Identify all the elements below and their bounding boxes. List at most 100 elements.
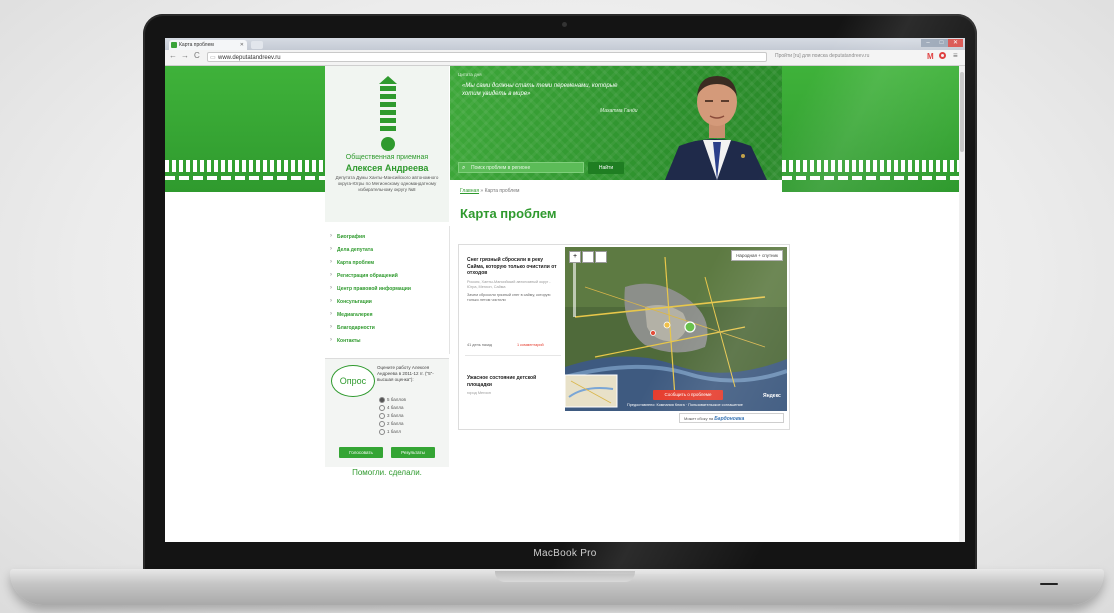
poll-option[interactable]: 2 балла bbox=[379, 421, 403, 427]
report-problem-button[interactable]: Сообщить о проблеме bbox=[653, 390, 723, 400]
page-icon: ▭ bbox=[210, 55, 216, 61]
org-line-2: Алексея Андреева bbox=[345, 163, 429, 173]
menu-item[interactable]: Благодарности bbox=[330, 324, 375, 331]
menu-icon[interactable]: ≡ bbox=[953, 51, 958, 60]
poll-widget: Опрос Оцените работу Алексея Андреева в … bbox=[325, 358, 449, 467]
opera-icon[interactable] bbox=[939, 52, 946, 59]
powered-badge[interactable]: Может сбоку на Бардоновка bbox=[679, 413, 784, 423]
extension-text: Пройти [ru] для поиска deputatandreev.ru bbox=[775, 53, 870, 59]
quote-author: Махатма Ганди bbox=[600, 108, 638, 114]
back-icon[interactable]: ← bbox=[169, 51, 177, 60]
minimize-icon[interactable]: – bbox=[921, 39, 935, 47]
search-input[interactable]: ⌕ Поиск проблем в регионе bbox=[458, 162, 584, 173]
gmail-icon[interactable]: M bbox=[927, 52, 934, 61]
breadcrumb-separator: » bbox=[480, 188, 484, 194]
issue-location: город Мегион bbox=[467, 391, 491, 395]
issue-comments-link[interactable]: 1 комментарий bbox=[517, 343, 544, 347]
radio-icon[interactable] bbox=[379, 405, 385, 411]
web-page: Общественная приемная Алексея Андреева Д… bbox=[165, 66, 965, 542]
search-button[interactable]: Найти bbox=[588, 162, 624, 174]
ornament-left-strip bbox=[165, 176, 325, 180]
device-brand-label: MacBook Pro bbox=[533, 548, 597, 559]
issue-location: Россия, Ханты-Мансийский автономный окру… bbox=[467, 279, 551, 289]
new-tab-button[interactable] bbox=[251, 41, 263, 49]
map-imagery bbox=[565, 247, 787, 411]
issue-time: 41 день назад bbox=[467, 343, 492, 347]
menu-item[interactable]: Дела депутата bbox=[330, 246, 373, 253]
radio-icon[interactable] bbox=[379, 429, 385, 435]
laptop-notch bbox=[495, 571, 635, 582]
menu-item[interactable]: Контакты bbox=[330, 337, 360, 344]
poll-question: Оцените работу Алексея Андреева в 2011-1… bbox=[377, 365, 434, 382]
map-type-select[interactable]: Народная + спутник bbox=[731, 250, 783, 261]
menu-item[interactable]: Медиагалерея bbox=[330, 311, 373, 318]
poll-option[interactable]: 4 балла bbox=[379, 405, 403, 411]
breadcrumb-home-link[interactable]: Главная bbox=[460, 188, 479, 194]
deputy-photo bbox=[665, 76, 767, 180]
problem-map-card: Снег грязный сбросили в реку Сайма, кото… bbox=[458, 244, 790, 430]
site-logo-block[interactable]: Общественная приемная Алексея Андреева Д… bbox=[325, 66, 449, 222]
tab-title: Карта проблем bbox=[179, 42, 214, 48]
breadcrumb-current: Карта проблем bbox=[484, 188, 520, 194]
forward-icon[interactable]: → bbox=[181, 51, 189, 60]
quote-label: Цитата дня bbox=[458, 72, 482, 77]
org-line-3: Депутата Думы Ханты-Мансийского автономн… bbox=[335, 175, 439, 192]
maximize-icon[interactable]: □ bbox=[935, 39, 948, 47]
radio-checked-icon[interactable] bbox=[379, 397, 385, 403]
header-left-green bbox=[165, 66, 325, 192]
scrollbar-thumb[interactable] bbox=[960, 72, 964, 152]
sidebar-menu: Биография Дела депутата Карта проблем Ре… bbox=[325, 226, 450, 354]
powered-brand: Бардоновка bbox=[714, 416, 745, 422]
vote-button[interactable]: Голосовать bbox=[339, 447, 383, 458]
radio-icon[interactable] bbox=[379, 421, 385, 427]
yandex-logo: Яндекс bbox=[763, 393, 781, 399]
ruler-icon[interactable] bbox=[582, 251, 594, 263]
screen: Карта проблем ✕ – □ ✕ ← → C ▭ www.deputa… bbox=[165, 38, 965, 542]
issue-title[interactable]: Ужасное состояние детской площадки bbox=[467, 375, 559, 388]
helped-heading: Помогли. сделали. bbox=[352, 468, 422, 477]
search-placeholder: Поиск проблем в регионе bbox=[471, 165, 531, 171]
favicon-icon bbox=[171, 42, 177, 48]
menu-item[interactable]: Центр правовой информации bbox=[330, 285, 411, 292]
map-footer[interactable]: Предоставлено: Компания Книга · Пользова… bbox=[627, 403, 743, 407]
browser-tabbar: Карта проблем ✕ – □ ✕ bbox=[165, 38, 965, 50]
address-text: www.deputatandreev.ru bbox=[218, 55, 281, 61]
header-right-green bbox=[782, 66, 965, 192]
satellite-map[interactable]: + Народная + спутник Сообщить о проблеме… bbox=[565, 247, 787, 411]
menu-item[interactable]: Консультации bbox=[330, 298, 372, 305]
ornament-right-strip bbox=[782, 176, 965, 180]
issue-description: Зачем сбросили грязный снег в сайму, кот… bbox=[467, 292, 551, 302]
issue-item[interactable]: Снег грязный сбросили в реку Сайма, кото… bbox=[467, 257, 559, 303]
poll-badge: Опрос bbox=[331, 365, 375, 397]
pen-icon[interactable] bbox=[595, 251, 607, 263]
quote-text: «Мы сами должны стать теми переменами, к… bbox=[462, 83, 618, 97]
issue-title[interactable]: Снег грязный сбросили в реку Сайма, кото… bbox=[467, 257, 559, 277]
header-banner: Цитата дня «Мы сами должны стать теми пе… bbox=[450, 66, 782, 180]
issue-item[interactable]: Ужасное состояние детской площадки город… bbox=[467, 375, 559, 396]
browser-toolbar: ← → C ▭ www.deputatandreev.ru Пройти [ru… bbox=[165, 50, 965, 66]
ornament-left bbox=[165, 160, 325, 172]
issue-divider bbox=[465, 355, 561, 356]
zoom-control[interactable]: + bbox=[569, 251, 581, 263]
page-scrollbar[interactable] bbox=[959, 66, 965, 542]
poll-option[interactable]: 1 балл bbox=[379, 429, 401, 435]
page-title: Карта проблем bbox=[460, 206, 557, 221]
poll-option[interactable]: 3 балла bbox=[379, 413, 403, 419]
poll-option[interactable]: 5 баллов bbox=[379, 397, 406, 403]
menu-item[interactable]: Регистрация обращений bbox=[330, 272, 398, 279]
breadcrumb: Главная » Карта проблем bbox=[460, 188, 519, 194]
results-button[interactable]: Результаты bbox=[391, 447, 435, 458]
ornament-right bbox=[782, 160, 965, 172]
menu-item[interactable]: Биография bbox=[330, 233, 365, 240]
browser-tab[interactable]: Карта проблем ✕ bbox=[169, 40, 247, 50]
reload-icon[interactable]: C bbox=[194, 51, 200, 60]
camera-dot bbox=[562, 22, 567, 27]
menu-item[interactable]: Карта проблем bbox=[330, 259, 374, 266]
radio-icon[interactable] bbox=[379, 413, 385, 419]
exclamation-logo-icon bbox=[379, 76, 397, 151]
search-icon: ⌕ bbox=[462, 165, 466, 171]
close-window-icon[interactable]: ✕ bbox=[948, 39, 963, 47]
close-tab-icon[interactable]: ✕ bbox=[240, 40, 244, 50]
laptop-slot bbox=[1040, 583, 1058, 585]
address-bar[interactable]: ▭ www.deputatandreev.ru bbox=[207, 52, 767, 62]
